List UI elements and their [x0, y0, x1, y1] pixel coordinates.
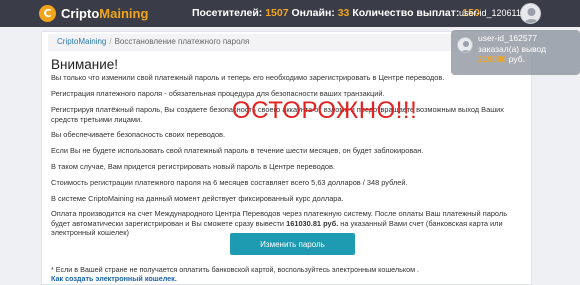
- online-label: Онлайн:: [291, 7, 335, 19]
- paragraph-5: Если Вы не будете использовать свой плат…: [51, 146, 424, 155]
- paragraph-7: Стоимость регистрации платежного пароля …: [51, 178, 408, 187]
- user-id[interactable]: user-id_120611: [459, 8, 521, 18]
- visitors-count: 1507: [265, 7, 289, 19]
- paragraph-8: В системе CriptoMaining на данный момент…: [51, 194, 344, 203]
- notification-user: user-id_162577: [478, 33, 538, 43]
- notification-amount: 219000: [478, 54, 507, 64]
- change-password-button[interactable]: Изменить пароль: [230, 233, 355, 255]
- notification-amount-line: 219000 руб.: [478, 54, 546, 65]
- paragraph-6: В таком случае, Вам придется регистриров…: [51, 162, 335, 171]
- payout-amount: 161030.81 руб.: [286, 218, 339, 228]
- visitors-label: Посетителей:: [192, 7, 263, 19]
- paragraph-1: Вы только что изменили свой платежный па…: [51, 73, 445, 82]
- breadcrumb-separator: /: [109, 37, 112, 46]
- logo-text-part1: Cripto: [61, 6, 100, 21]
- wallet-help-link[interactable]: Как создать электронный кошелек.: [51, 274, 177, 283]
- logo-icon: C: [39, 5, 56, 22]
- payouts-label: Количество выплат:: [352, 7, 460, 19]
- top-bar: C Cripto Maining Посетителей: 1507 Онлайн…: [0, 0, 580, 27]
- logo-text-part2: Maining: [99, 6, 149, 21]
- notification-currency: руб.: [508, 54, 525, 64]
- page-title: Внимание!: [51, 57, 119, 72]
- online-count: 33: [337, 7, 350, 19]
- footnote: * Если в Вашей стране не получается опла…: [51, 265, 419, 274]
- notification-text: user-id_162577 заказал(а) вывод 219000 р…: [478, 33, 546, 65]
- breadcrumb-current: Восстановление платежного пароля: [114, 37, 250, 46]
- warning-overlay-text: ОСТОРОЖНО!!!: [232, 97, 418, 124]
- site-logo[interactable]: C Cripto Maining: [39, 4, 148, 23]
- site-stats: Посетителей: 1507 Онлайн: 33 Количество …: [192, 7, 480, 19]
- notification-avatar-icon: [457, 37, 473, 53]
- user-avatar-icon[interactable]: [520, 3, 541, 24]
- breadcrumb-home-link[interactable]: CriptoMaining: [57, 37, 106, 46]
- notification-action: заказал(а) вывод: [478, 43, 547, 54]
- paragraph-4: Вы обеспечиваете безопасность своих пере…: [51, 130, 226, 139]
- withdrawal-notification: user-id_162577 заказал(а) вывод 219000 р…: [451, 30, 580, 75]
